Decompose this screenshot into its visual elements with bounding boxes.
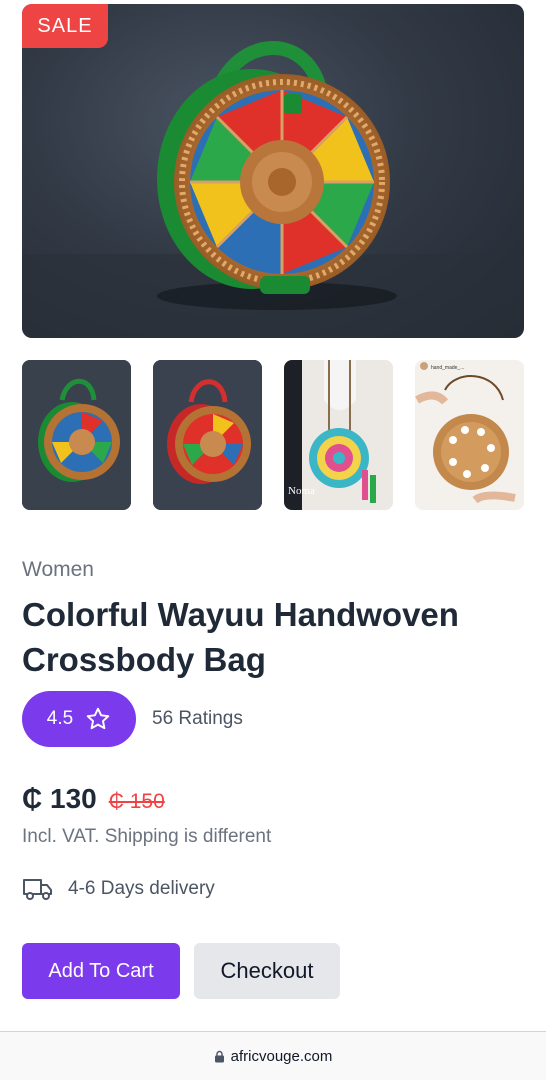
rating-badge[interactable]: 4.5 <box>22 691 136 747</box>
thumbnail-1[interactable] <box>22 360 131 510</box>
url-text: africvouge.com <box>230 1047 333 1065</box>
product-title: Colorful Wayuu Handwoven Crossbody Bag <box>22 596 459 678</box>
ratings-count: 56 Ratings <box>152 708 243 729</box>
truck-icon <box>23 879 52 900</box>
price-row: ₵ 130 ₵ 150 <box>22 783 165 815</box>
thumbnail-4[interactable]: hand_made_... <box>415 360 524 510</box>
vat-note: Incl. VAT. Shipping is different <box>22 826 272 847</box>
checkout-button[interactable]: Checkout <box>194 943 340 999</box>
product-main-image[interactable]: SALE <box>22 4 524 338</box>
delivery-info: 4-6 Days delivery <box>22 876 215 902</box>
lock-icon <box>214 1050 224 1062</box>
original-price: ₵ 150 <box>108 790 165 813</box>
thumbnail-strip: Noma hand_made_... <box>22 360 524 510</box>
browser-url-bar[interactable]: africvouge.com <box>0 1031 546 1080</box>
rating-value: 4.5 <box>46 708 74 729</box>
green-rattan-bag-icon <box>22 360 131 510</box>
svg-text:Noma: Noma <box>288 485 315 497</box>
current-price: ₵ 130 <box>22 783 97 814</box>
delivery-text: 4-6 Days delivery <box>68 878 215 899</box>
wayuu-crossbody-worn-icon: Noma <box>284 360 393 510</box>
star-icon <box>86 707 110 730</box>
red-rattan-bag-icon <box>153 360 262 510</box>
product-category: Women <box>22 558 94 581</box>
bag-illustration <box>22 41 524 338</box>
thumbnail-3[interactable]: Noma <box>284 360 393 510</box>
sale-badge: SALE <box>22 4 108 48</box>
add-to-cart-button[interactable]: Add To Cart <box>22 943 180 999</box>
thumbnail-2[interactable] <box>153 360 262 510</box>
svg-text:hand_made_...: hand_made_... <box>431 365 464 371</box>
rattan-bag-held-icon: hand_made_... <box>415 360 524 510</box>
